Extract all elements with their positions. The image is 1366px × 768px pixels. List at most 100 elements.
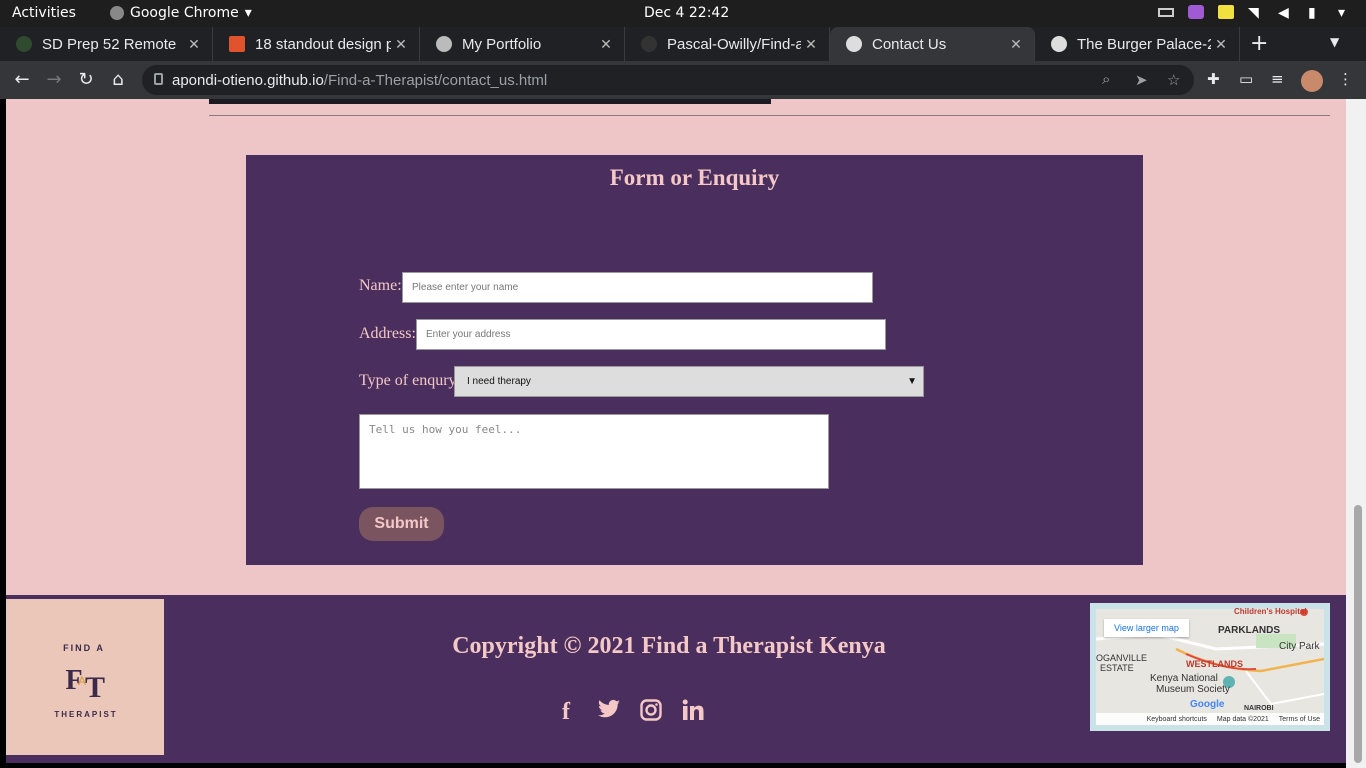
enquiry-type-label: Type of enqury [359, 372, 457, 389]
map-data-text: Map data ©2021 [1216, 715, 1269, 723]
view-larger-map-link[interactable]: View larger map [1104, 619, 1189, 637]
map-label: WESTLANDS [1186, 659, 1243, 669]
enquiry-type-select[interactable]: I need therapy ▼ [454, 366, 924, 397]
globe-icon [436, 36, 452, 52]
new-tab-button[interactable]: + [1250, 31, 1268, 56]
chevron-down-icon: ▾ [1338, 5, 1346, 21]
app-menu[interactable]: Google Chrome ▾ [110, 5, 252, 21]
tab-search-button[interactable]: ▼ [1330, 35, 1339, 49]
send-icon[interactable]: ➤ [1135, 71, 1148, 89]
submit-button[interactable]: Submit [359, 507, 444, 541]
chevron-down-icon: ▼ [907, 376, 917, 387]
url-host: apondi-otieno.github.io [172, 71, 324, 89]
map-label: City Park [1279, 641, 1320, 652]
site-favicon-icon [229, 36, 245, 52]
svg-text:T: T [85, 671, 105, 704]
cast-icon[interactable]: ▭ [1239, 70, 1253, 88]
close-icon[interactable]: ✕ [184, 36, 204, 53]
zoom-icon[interactable]: ⌕ [1102, 71, 1110, 88]
globe-icon [1051, 36, 1067, 52]
wifi-icon: ◥ [1248, 5, 1259, 21]
google-logo: Google [1190, 699, 1225, 710]
form-heading: Form or Enquiry [609, 165, 780, 190]
address-bar[interactable]: apondi-otieno.github.io/Find-a-Therapist… [142, 65, 1194, 95]
notes-icon [1218, 5, 1234, 19]
clock[interactable]: Dec 4 22:42 [644, 5, 729, 21]
tab-sd-prep[interactable]: SD Prep 52 Remote ✕ [0, 27, 213, 61]
facebook-icon[interactable]: f [562, 699, 570, 726]
close-icon[interactable]: ✕ [596, 36, 616, 53]
tab-title: SD Prep 52 Remote [42, 35, 177, 53]
tab-strip: SD Prep 52 Remote ✕ 18 standout design p… [0, 27, 1366, 61]
home-button[interactable]: ⌂ [107, 69, 129, 90]
system-tray[interactable]: ◥ ◀ ▮ ▾ [1158, 5, 1354, 21]
system-top-bar: Activities Google Chrome ▾ Dec 4 22:42 ◥… [0, 0, 1366, 27]
close-icon[interactable]: ✕ [1006, 36, 1026, 53]
back-button[interactable]: ← [11, 69, 33, 90]
close-icon[interactable]: ✕ [1211, 36, 1231, 53]
twitter-icon[interactable] [597, 699, 621, 727]
volume-icon: ◀ [1278, 5, 1289, 21]
tab-title: The Burger Palace-2 [1077, 35, 1211, 53]
hero-image-bottom [209, 99, 771, 104]
page-viewport: Form or Enquiry Name: Please enter your … [6, 99, 1346, 763]
map-label: OGANVILLE [1096, 653, 1148, 663]
map-label: NAIROBI [1244, 705, 1274, 712]
name-label: Name: [359, 277, 402, 294]
star-icon[interactable]: ☆ [1167, 71, 1180, 89]
chevron-down-icon: ▾ [244, 5, 252, 21]
instagram-icon[interactable] [640, 699, 662, 727]
tab-design[interactable]: 18 standout design p ✕ [213, 27, 420, 61]
screen-icon [1158, 7, 1174, 17]
tab-title: 18 standout design p [255, 35, 391, 53]
avatar[interactable] [1301, 70, 1323, 92]
name-input[interactable]: Please enter your name [402, 272, 873, 303]
enquiry-form: Form or Enquiry Name: Please enter your … [246, 155, 1143, 565]
terms-link[interactable]: Terms of Use [1279, 716, 1320, 723]
globe-icon [846, 36, 862, 52]
enquiry-type-value: I need therapy [467, 376, 531, 387]
linkedin-icon[interactable] [682, 699, 704, 727]
map-label: ESTATE [1100, 663, 1134, 673]
url-path: /Find-a-Therapist/contact_us.html [323, 71, 548, 89]
map-label: PARKLANDS [1218, 625, 1281, 636]
map-label: Museum Society [1156, 684, 1230, 695]
tree-icon [16, 36, 32, 52]
message-textarea[interactable]: Tell us how you feel... [359, 414, 829, 489]
app-name: Google Chrome [130, 5, 239, 21]
tab-portfolio[interactable]: My Portfolio ✕ [420, 27, 625, 61]
toolbar: ← → ↻ ⌂ apondi-otieno.github.io/Find-a-T… [0, 61, 1366, 99]
map-label: Kenya National [1150, 673, 1218, 684]
address-label: Address: [359, 325, 416, 342]
tab-title: Contact Us [872, 35, 947, 53]
tab-title: My Portfolio [462, 35, 542, 53]
close-icon[interactable]: ✕ [801, 36, 821, 53]
forward-button[interactable]: → [43, 69, 65, 90]
keyboard-shortcuts-link[interactable]: Keyboard shortcuts [1147, 716, 1207, 723]
tab-burger-palace[interactable]: The Burger Palace-2 ✕ [1035, 27, 1240, 61]
activities-button[interactable]: Activities [12, 5, 76, 21]
divider [209, 115, 1330, 116]
close-icon[interactable]: ✕ [391, 36, 411, 53]
menu-icon[interactable]: ⋮ [1338, 70, 1353, 88]
map-label: Children's Hospital [1234, 607, 1307, 616]
media-icon[interactable]: ≡ [1271, 70, 1284, 88]
footer: FIND A F A T THERAPIST Copyright © 2021 … [6, 595, 1346, 763]
github-icon [641, 36, 657, 52]
extensions-icon[interactable]: ✚ [1207, 70, 1220, 88]
logo[interactable]: FIND A F A T THERAPIST [6, 599, 164, 755]
logo-mark: FIND A F A T THERAPIST [54, 643, 117, 719]
tab-contact-us[interactable]: Contact Us ✕ [830, 27, 1035, 61]
app-indicator-icon [1188, 5, 1204, 19]
lock-icon [154, 73, 163, 85]
tab-title: Pascal-Owilly/Find-a [667, 35, 801, 53]
map-attribution: Keyboard shortcuts Map data ©2021 Terms … [1096, 713, 1324, 725]
logo-bottom-text: THERAPIST [54, 710, 117, 719]
map-embed[interactable]: View larger map Children's Hospital PARK… [1090, 603, 1330, 731]
scrollbar-thumb[interactable] [1354, 505, 1362, 763]
reload-button[interactable]: ↻ [75, 69, 97, 90]
battery-icon: ▮ [1308, 5, 1316, 21]
chrome-icon [110, 6, 124, 20]
address-input[interactable]: Enter your address [416, 319, 886, 350]
tab-github[interactable]: Pascal-Owilly/Find-a ✕ [625, 27, 830, 61]
